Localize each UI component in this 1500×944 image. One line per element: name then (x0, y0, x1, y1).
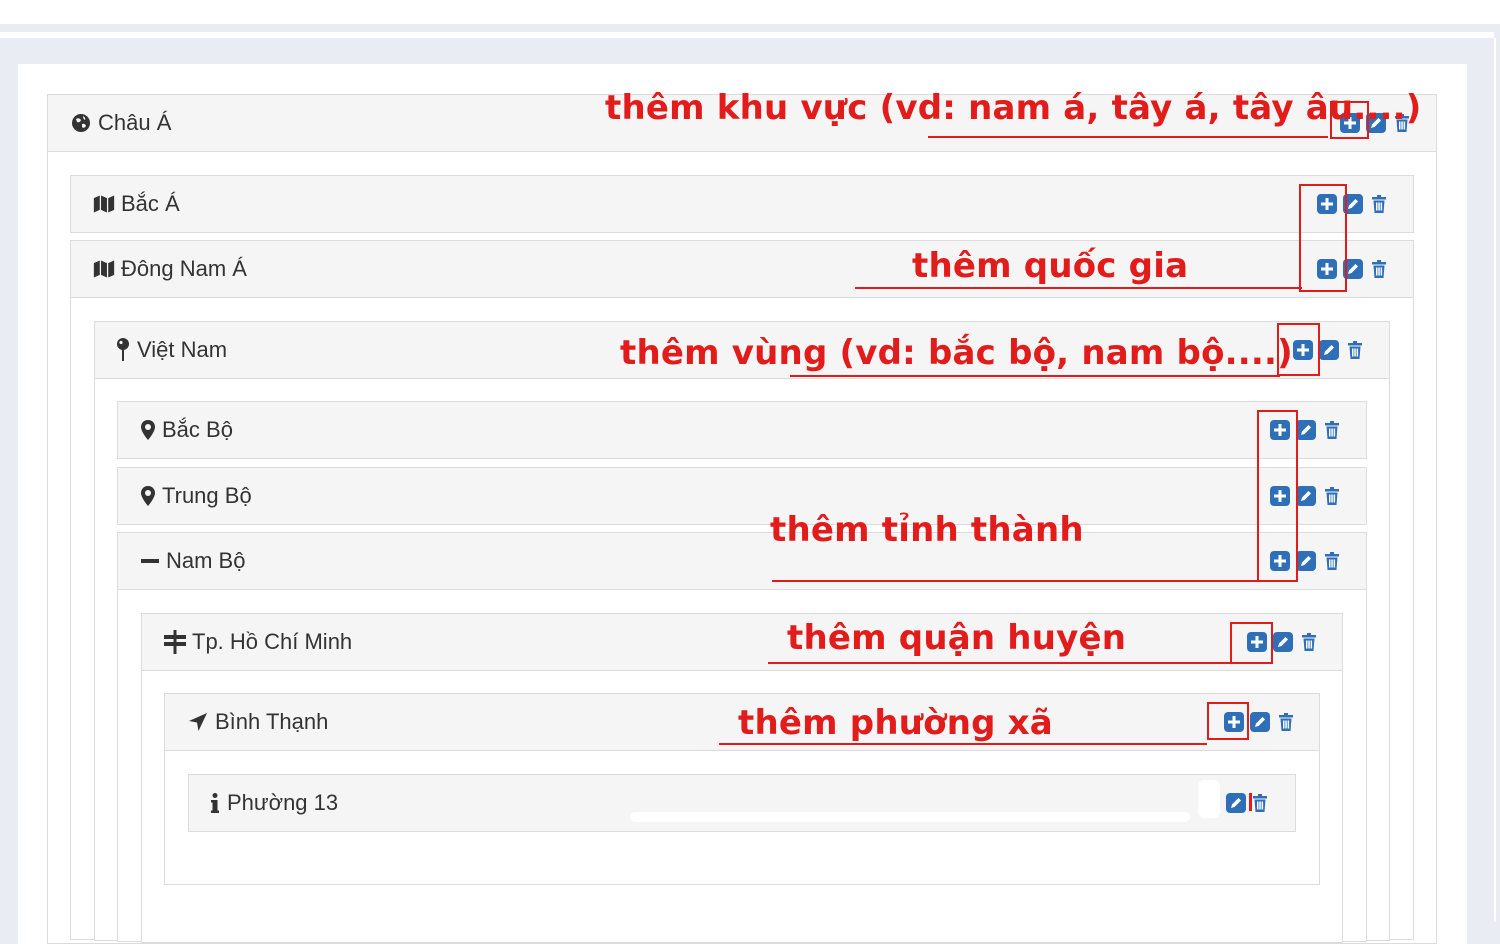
edit-button[interactable] (1319, 340, 1339, 360)
zone-label: Nam Bộ (166, 548, 246, 573)
signpost-icon (164, 630, 186, 654)
annotation-box (1230, 622, 1273, 664)
region-header-bac-a[interactable]: Bắc Á (70, 175, 1414, 233)
delete-button[interactable] (1276, 712, 1296, 732)
map-pin-icon (115, 338, 131, 361)
edit-button[interactable] (1296, 486, 1316, 506)
annotation-underline (719, 743, 1207, 745)
delete-button[interactable] (1322, 420, 1342, 440)
edit-button[interactable] (1296, 551, 1316, 571)
right-edge-line (1494, 38, 1496, 922)
annotation-box (1299, 184, 1347, 292)
annotation-add-country: thêm quốc gia (912, 246, 1189, 286)
annotation-box (1207, 702, 1249, 740)
map-marker-icon (140, 419, 156, 441)
annotation-underline (772, 580, 1259, 582)
zone-header-trung-bo[interactable]: Trung Bộ (117, 467, 1367, 525)
delete-button[interactable] (1345, 340, 1365, 360)
region-header-dong-nam-a[interactable]: Đông Nam Á (70, 240, 1414, 298)
continent-label: Châu Á (98, 110, 172, 135)
delete-button[interactable] (1322, 486, 1342, 506)
annotation-underline (790, 375, 1280, 377)
region-label: Đông Nam Á (121, 256, 247, 281)
annotation-box (1257, 410, 1298, 582)
erased-area (630, 812, 1190, 822)
edit-button[interactable] (1273, 632, 1293, 652)
top-divider (0, 32, 1494, 38)
province-label: Tp. Hồ Chí Minh (192, 629, 353, 654)
globe-icon (70, 112, 92, 134)
annotation-add-district: thêm quận huyện (787, 618, 1127, 658)
country-label: Việt Nam (137, 337, 228, 362)
annotation-underline (855, 287, 1302, 289)
top-bar (0, 0, 1500, 24)
annotation-underline (928, 136, 1328, 138)
info-icon (209, 792, 221, 814)
annotation-add-ward: thêm phường xã (738, 703, 1053, 743)
map-icon (93, 258, 115, 280)
annotation-box (1330, 101, 1369, 139)
zone-label: Trung Bộ (162, 483, 252, 508)
zone-label: Bắc Bộ (162, 417, 233, 442)
delete-button[interactable] (1369, 259, 1389, 279)
edit-button[interactable] (1296, 420, 1316, 440)
annotation-underline (768, 662, 1231, 664)
ward-label: Phường 13 (227, 790, 339, 815)
delete-button[interactable] (1369, 194, 1389, 214)
edit-button[interactable] (1226, 793, 1246, 813)
erased-area (1198, 780, 1220, 818)
delete-button[interactable] (1322, 551, 1342, 571)
region-label: Bắc Á (121, 191, 180, 216)
district-label: Bình Thạnh (215, 709, 329, 734)
map-icon (93, 193, 115, 215)
annotation-add-area: thêm khu vực (vd: nam á, tây á, tây âu..… (605, 88, 1422, 128)
delete-button[interactable] (1299, 632, 1319, 652)
minus-icon[interactable] (140, 550, 160, 572)
annotation-mark (1249, 793, 1252, 811)
delete-button[interactable] (1250, 793, 1270, 813)
ward-header[interactable]: Phường 13 (188, 774, 1296, 832)
map-marker-icon (140, 485, 156, 507)
zone-header-bac-bo[interactable]: Bắc Bộ (117, 401, 1367, 459)
annotation-add-zone: thêm vùng (vd: bắc bộ, nam bộ....) (620, 333, 1293, 373)
annotation-add-province: thêm tỉnh thành (770, 510, 1084, 550)
annotation-box (1277, 323, 1320, 376)
edit-button[interactable] (1250, 712, 1270, 732)
location-arrow-icon (187, 711, 209, 733)
